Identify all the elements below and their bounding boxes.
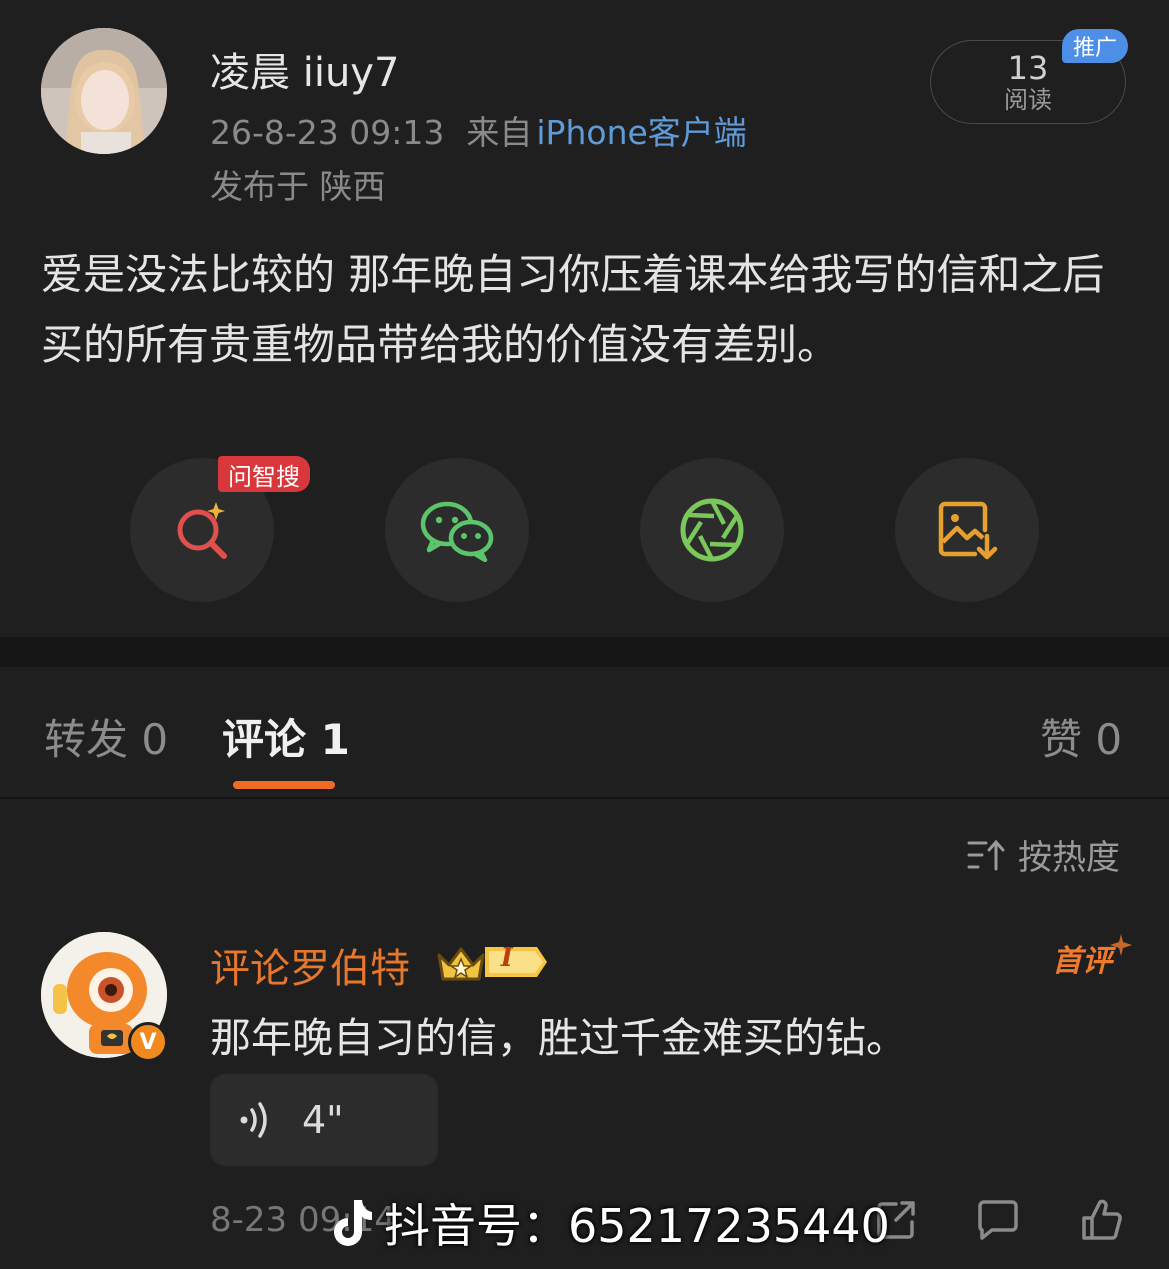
tab-like[interactable]: 赞 0 — [1040, 706, 1122, 767]
tab-comment[interactable]: 评论 1 — [222, 706, 350, 767]
active-tab-indicator — [233, 781, 335, 789]
share-wechat-button[interactable] — [385, 458, 529, 602]
share-moments-button[interactable] — [640, 458, 784, 602]
post-time: 26-8-23 09:13 — [210, 113, 445, 152]
save-image-button[interactable] — [895, 458, 1039, 602]
voice-duration: 4" — [302, 1098, 344, 1142]
voice-wave-icon — [240, 1102, 267, 1138]
sort-label: 按热度 — [1018, 838, 1120, 878]
ask-search-badge: 问智搜 — [218, 456, 310, 492]
voice-message[interactable]: 4" — [210, 1074, 438, 1166]
douyin-logo-icon — [334, 1200, 372, 1246]
post-source[interactable]: iPhone客户端 — [536, 113, 746, 152]
first-comment-text: 首评 — [1052, 944, 1112, 979]
reply-icon[interactable] — [974, 1198, 1022, 1242]
sort-button[interactable]: 按热度 — [966, 830, 1120, 879]
like-icon[interactable] — [1080, 1198, 1124, 1242]
verified-badge: V — [128, 1022, 168, 1062]
douyin-watermark: 抖音号：65217235440 — [330, 1190, 890, 1256]
ai-search-icon — [177, 502, 227, 559]
read-count: 13 — [1007, 49, 1049, 87]
fan-level-badge: I — [433, 941, 551, 993]
sparkle-icon — [1110, 934, 1132, 956]
commenter-name[interactable]: 评论罗伯特 I — [210, 936, 551, 997]
douyin-id: 抖音号：65217235440 — [384, 1199, 890, 1253]
post-location: 发布于 陕西 — [210, 167, 386, 206]
author-avatar[interactable] — [41, 28, 167, 154]
source-prefix: 来自 — [466, 113, 533, 152]
fan-level-text: I — [500, 943, 513, 973]
sort-icon — [967, 839, 1005, 870]
promote-badge[interactable]: 推广 — [1062, 29, 1128, 63]
post-content: 爱是没法比较的 那年晚自习你压着课本给我写的信和之后买的所有贵重物品带给我的价值… — [41, 250, 1105, 369]
tab-repost[interactable]: 转发 0 — [44, 706, 168, 767]
wechat-icon — [420, 501, 494, 562]
save-image-icon — [938, 501, 998, 560]
section-divider — [0, 637, 1169, 667]
author-name[interactable]: 凌晨 iiuy7 — [210, 40, 399, 98]
tabs-divider — [0, 797, 1169, 799]
moments-icon — [680, 498, 744, 562]
read-label: 阅读 — [1004, 86, 1052, 114]
commenter-name-text: 评论罗伯特 — [210, 946, 410, 992]
first-comment-badge: 首评 — [1052, 934, 1132, 980]
post-meta: 26-8-23 09:13 来自 iPhone客户端 — [210, 106, 747, 154]
comment-text: 那年晚自习的信，胜过千金难买的钻。 — [210, 1014, 907, 1062]
